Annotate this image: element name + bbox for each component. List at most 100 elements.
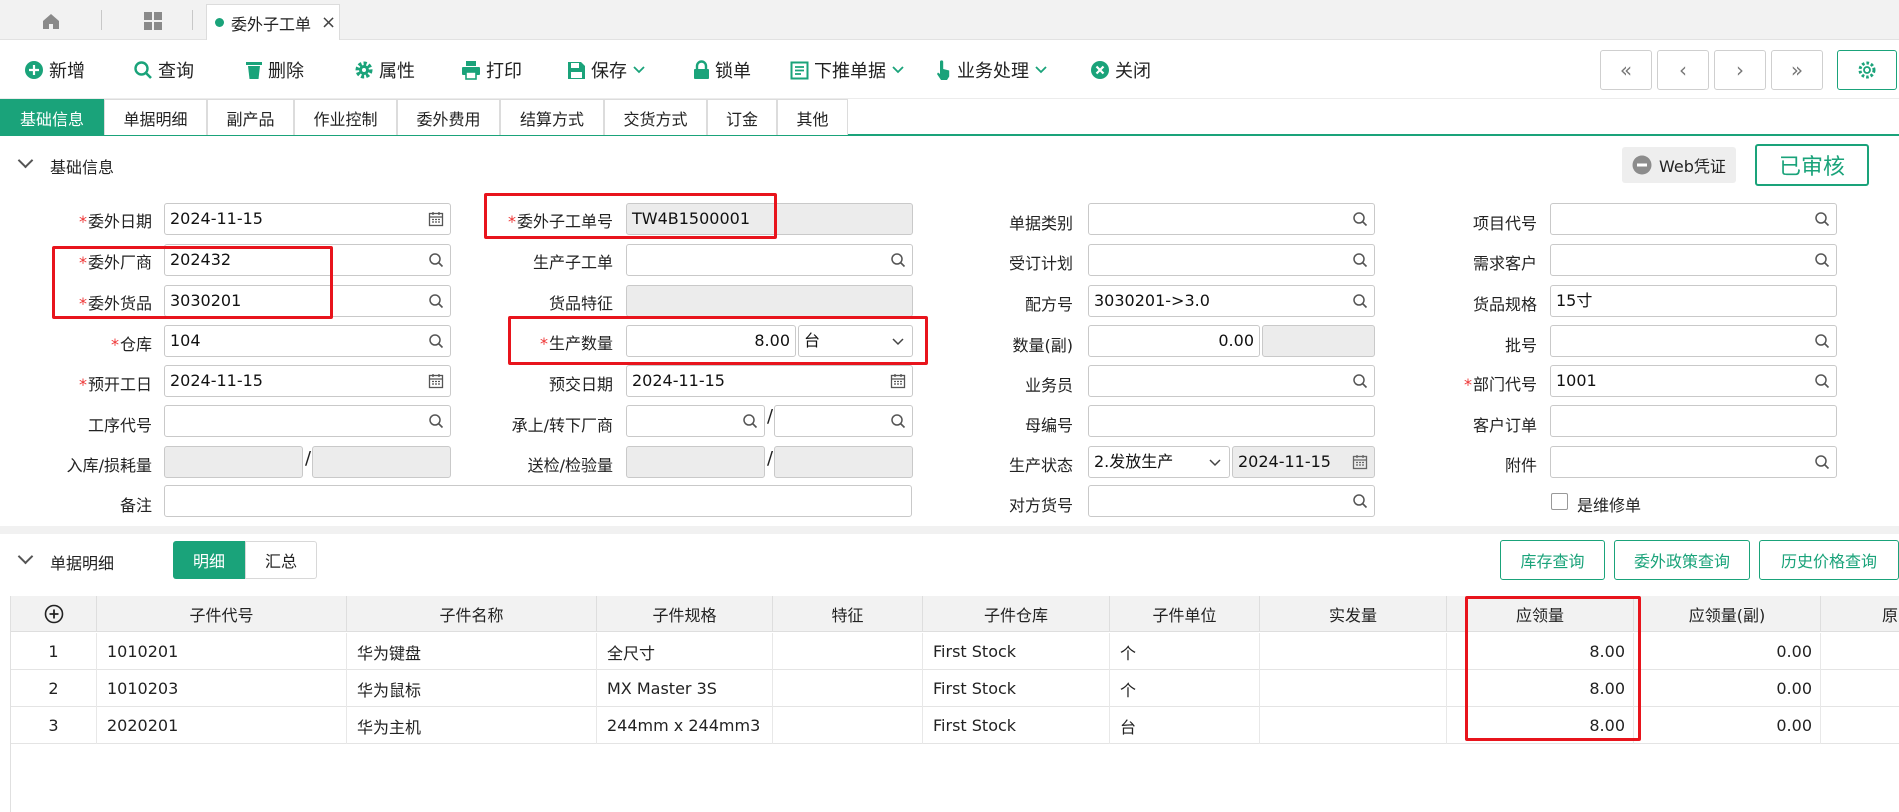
collapse-chevron-icon[interactable] — [17, 548, 34, 565]
salesman-field[interactable] — [1088, 365, 1375, 397]
add-row-button[interactable] — [11, 596, 97, 632]
batch-no-field[interactable] — [1550, 325, 1837, 357]
cell-feature[interactable] — [773, 670, 923, 707]
parent-no-field[interactable] — [1088, 405, 1375, 437]
recipe-no-field[interactable]: 3030201->3.0 — [1088, 285, 1375, 317]
prod-qty-field[interactable]: 8.00 — [626, 325, 796, 357]
col-header[interactable]: 子件代号 — [97, 596, 347, 632]
supplier-field[interactable]: 202432 — [164, 244, 451, 276]
cell-code[interactable]: 1010203 — [97, 670, 347, 707]
new-button[interactable]: 新增 — [24, 55, 85, 85]
down-vendor-field[interactable] — [774, 405, 913, 437]
cell-required-qty-sub[interactable]: 0.00 — [1634, 707, 1821, 744]
cell-unit[interactable]: 个 — [1110, 670, 1260, 707]
collapse-chevron-icon[interactable] — [17, 152, 34, 169]
prod-sub-order-field[interactable] — [626, 244, 913, 276]
wai-date-field[interactable]: 2024-11-15 — [164, 203, 451, 235]
search-icon[interactable] — [428, 293, 444, 309]
due-date-field[interactable]: 2024-11-15 — [626, 365, 913, 397]
project-code-field[interactable] — [1550, 203, 1837, 235]
tab-settlement[interactable]: 结算方式 — [500, 99, 604, 135]
calendar-icon[interactable] — [428, 373, 444, 389]
seg-detail[interactable]: 明细 — [173, 541, 245, 579]
qty-sub-field[interactable]: 0.00 — [1088, 325, 1260, 357]
home-icon[interactable] — [38, 8, 64, 34]
search-icon[interactable] — [1814, 333, 1830, 349]
close-button[interactable]: 关闭 — [1090, 55, 1151, 85]
cell-spec[interactable]: MX Master 3S — [597, 670, 773, 707]
basic-info-header[interactable]: 基础信息 — [0, 145, 1899, 185]
col-header[interactable]: 子件规格 — [597, 596, 773, 632]
search-icon[interactable] — [428, 252, 444, 268]
cell-warehouse[interactable]: First Stock — [923, 633, 1110, 670]
first-record-button[interactable]: « — [1600, 50, 1652, 90]
cell-name[interactable]: 华为键盘 — [347, 633, 597, 670]
cell-spec[interactable]: 244mm x 244mm3 — [597, 707, 773, 744]
order-plan-field[interactable] — [1088, 244, 1375, 276]
table-row[interactable]: 3 2020201 华为主机 244mm x 244mm3 First Stoc… — [11, 707, 1899, 744]
cell-spec[interactable]: 全尺寸 — [597, 633, 773, 670]
policy-query-button[interactable]: 委外政策查询 — [1614, 540, 1750, 580]
col-header[interactable]: 特征 — [773, 596, 923, 632]
demand-customer-field[interactable] — [1550, 244, 1837, 276]
doc-type-field[interactable] — [1088, 203, 1375, 235]
attachment-field[interactable] — [1550, 446, 1837, 478]
cell-required-qty[interactable]: 8.00 — [1447, 633, 1634, 670]
search-icon[interactable] — [1814, 454, 1830, 470]
last-record-button[interactable]: » — [1771, 50, 1823, 90]
prev-record-button[interactable]: ‹ — [1657, 50, 1709, 90]
print-button[interactable]: 打印 — [461, 55, 522, 85]
tab-detail[interactable]: 单据明细 — [104, 99, 207, 135]
search-icon[interactable] — [1814, 211, 1830, 227]
delete-button[interactable]: 删除 — [245, 55, 304, 85]
cell-name[interactable]: 华为鼠标 — [347, 670, 597, 707]
history-price-button[interactable]: 历史价格查询 — [1759, 540, 1899, 580]
search-icon[interactable] — [1352, 252, 1368, 268]
search-icon[interactable] — [1352, 293, 1368, 309]
cell-feature[interactable] — [773, 707, 923, 744]
table-row[interactable]: 1 1010201 华为键盘 全尺寸 First Stock 个 8.00 0.… — [11, 633, 1899, 670]
cell-required-qty-sub[interactable]: 0.00 — [1634, 633, 1821, 670]
properties-button[interactable]: 属性 — [354, 55, 415, 85]
prod-status-select[interactable]: 2.发放生产 — [1088, 446, 1230, 478]
search-icon[interactable] — [428, 413, 444, 429]
goods-field[interactable]: 3030201 — [164, 285, 451, 317]
remark-field[interactable] — [164, 485, 912, 517]
col-header[interactable]: 应领量 — [1447, 596, 1634, 632]
cell-code[interactable]: 1010201 — [97, 633, 347, 670]
cell-required-qty[interactable]: 8.00 — [1447, 670, 1634, 707]
calendar-icon[interactable] — [890, 373, 906, 389]
col-header[interactable]: 应领量(副) — [1634, 596, 1821, 632]
search-icon[interactable] — [428, 333, 444, 349]
col-header[interactable]: 原 — [1821, 596, 1899, 632]
start-date-field[interactable]: 2024-11-15 — [164, 365, 451, 397]
search-icon[interactable] — [890, 252, 906, 268]
document-tab[interactable]: 委外子工单 × — [206, 4, 340, 40]
goods-spec-field[interactable]: 15寸 — [1550, 285, 1837, 317]
customer-order-field[interactable] — [1550, 405, 1837, 437]
search-icon[interactable] — [1352, 493, 1368, 509]
cell-warehouse[interactable]: First Stock — [923, 707, 1110, 744]
lock-button[interactable]: 锁单 — [693, 55, 751, 85]
tab-byproduct[interactable]: 副产品 — [207, 99, 294, 135]
counter-goods-field[interactable] — [1088, 485, 1375, 517]
search-icon[interactable] — [1814, 373, 1830, 389]
cell-issued-qty[interactable] — [1260, 633, 1447, 670]
search-icon[interactable] — [890, 413, 906, 429]
cell-name[interactable]: 华为主机 — [347, 707, 597, 744]
cell-issued-qty[interactable] — [1260, 707, 1447, 744]
push-down-button[interactable]: 下推单据 — [790, 55, 909, 85]
stock-query-button[interactable]: 库存查询 — [1500, 540, 1605, 580]
calendar-icon[interactable] — [428, 211, 444, 227]
prod-unit-select[interactable]: 台 — [798, 325, 913, 357]
cell-required-qty-sub[interactable]: 0.00 — [1634, 670, 1821, 707]
cell-unit[interactable]: 个 — [1110, 633, 1260, 670]
search-icon[interactable] — [1814, 252, 1830, 268]
cell-issued-qty[interactable] — [1260, 670, 1447, 707]
tab-delivery[interactable]: 交货方式 — [604, 99, 707, 135]
close-tab-icon[interactable]: × — [321, 12, 336, 33]
repair-order-checkbox[interactable] — [1551, 493, 1568, 510]
cell-code[interactable]: 2020201 — [97, 707, 347, 744]
cell-feature[interactable] — [773, 633, 923, 670]
save-button[interactable]: 保存 — [567, 55, 650, 85]
